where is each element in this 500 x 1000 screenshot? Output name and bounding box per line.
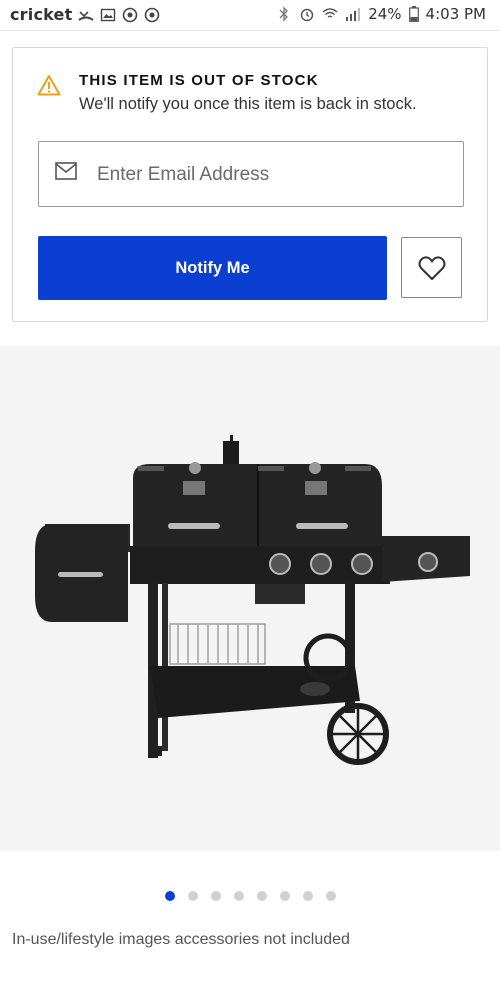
out-of-stock-title: THIS ITEM IS OUT OF STOCK bbox=[79, 72, 319, 89]
carousel-dot-5[interactable] bbox=[257, 891, 267, 901]
carousel-dot-2[interactable] bbox=[188, 891, 198, 901]
alarm-icon bbox=[300, 8, 314, 22]
image-disclaimer: In-use/lifestyle images accessories not … bbox=[12, 931, 350, 948]
bluetooth-icon bbox=[279, 6, 289, 22]
carrier-label: cricket bbox=[10, 5, 73, 24]
grill-illustration bbox=[35, 435, 470, 765]
notify-me-button[interactable]: Notify Me bbox=[38, 236, 387, 300]
favorite-button[interactable] bbox=[401, 237, 462, 298]
carousel-dot-8[interactable] bbox=[326, 891, 336, 901]
status-divider bbox=[0, 30, 500, 31]
email-input[interactable] bbox=[95, 154, 449, 196]
clock: 4:03 PM bbox=[425, 5, 486, 23]
carousel-dot-7[interactable] bbox=[303, 891, 313, 901]
mail-icon bbox=[55, 162, 77, 180]
signal-icon bbox=[346, 8, 361, 21]
app-notification-icon-2 bbox=[145, 7, 160, 22]
carousel-dot-6[interactable] bbox=[280, 891, 290, 901]
battery-percent: 24% bbox=[368, 5, 402, 23]
carousel-dot-3[interactable] bbox=[211, 891, 221, 901]
carousel-dot-1[interactable] bbox=[165, 891, 175, 901]
out-of-stock-card: THIS ITEM IS OUT OF STOCK We'll notify y… bbox=[12, 47, 488, 322]
product-image[interactable] bbox=[0, 346, 500, 851]
battery-icon bbox=[408, 6, 419, 22]
out-of-stock-subtitle: We'll notify you once this item is back … bbox=[79, 95, 417, 113]
missed-call-icon bbox=[78, 10, 95, 21]
heart-icon bbox=[418, 255, 445, 280]
warning-triangle-icon bbox=[37, 75, 61, 96]
carousel-dot-4[interactable] bbox=[234, 891, 244, 901]
image-carousel-dots bbox=[0, 891, 500, 905]
wifi-icon bbox=[322, 8, 338, 18]
email-field[interactable] bbox=[38, 141, 464, 207]
status-bar: cricket 24% 4:03 PM bbox=[0, 0, 500, 30]
app-notification-icon bbox=[123, 7, 138, 22]
gallery-icon bbox=[101, 8, 116, 21]
